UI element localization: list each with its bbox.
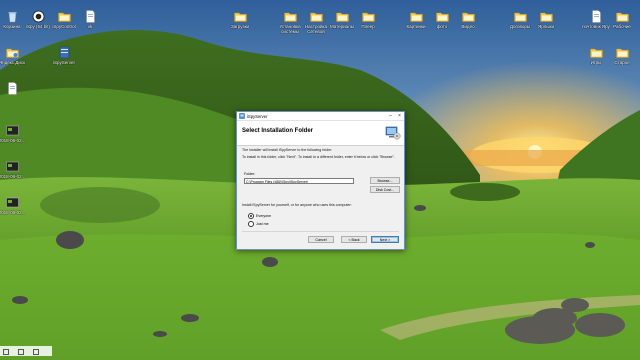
document-icon xyxy=(85,10,95,23)
desktop-icon[interactable]: Плеер xyxy=(350,10,386,29)
recycle-bin-icon xyxy=(8,12,16,23)
back-button[interactable]: < Back xyxy=(341,236,367,243)
desktop-icon[interactable]: Рабочие xyxy=(604,10,640,29)
desktop-icon[interactable]: Старое xyxy=(604,46,640,65)
folder-icon xyxy=(409,12,423,22)
desktop-icon-label: Видео xyxy=(461,24,475,29)
folder-icon xyxy=(335,12,349,22)
screenshot-file-icon xyxy=(5,197,19,208)
radio-just-me[interactable]: Just me xyxy=(248,221,269,227)
desktop-icon-label: Загрузки xyxy=(230,24,250,29)
ispy-server-icon xyxy=(59,46,69,59)
folder-path-input[interactable]: C:\Program Files (x86)\iSpy\iSpyServer\ xyxy=(244,178,354,184)
intro-text: The installer will install iSpyServer to… xyxy=(242,148,333,152)
radio-selected-indicator[interactable] xyxy=(248,213,254,219)
desktop-icon[interactable]: Ярлыки xyxy=(528,10,564,29)
desktop-icon-label: 2018-06-02... xyxy=(0,210,26,215)
desktop-icon-label: Старое xyxy=(614,60,630,65)
taskbar-square-icon[interactable] xyxy=(33,349,39,355)
folder-icon xyxy=(361,12,375,22)
folder-icon xyxy=(589,48,603,58)
footer-separator xyxy=(242,231,399,232)
folder-icon xyxy=(233,12,247,22)
desktop-icon-label: 2018-06-02... xyxy=(0,174,26,179)
app-installer-icon xyxy=(239,113,245,119)
folder-icon xyxy=(461,12,475,22)
folder-icon xyxy=(57,12,71,22)
next-button[interactable]: Next > xyxy=(371,236,399,243)
desktop-icon[interactable]: vk xyxy=(72,10,108,29)
page-title: Select Installation Folder xyxy=(242,128,314,134)
desktop-icon-label: Рабочие xyxy=(613,24,631,29)
desktop-icon[interactable]: 2018-06-02... xyxy=(0,196,30,215)
folder-icon xyxy=(283,12,297,22)
document-icon xyxy=(7,82,17,95)
desktop-icon[interactable] xyxy=(0,82,30,96)
radio-unselected-indicator[interactable] xyxy=(248,221,254,227)
screenshot-file-icon xyxy=(5,161,19,172)
desktop-icon[interactable]: Яндекс.Диск xyxy=(0,46,30,65)
install-for-text: Install iSpyServer for yourself, or for … xyxy=(242,203,352,207)
folder-label: Folder: xyxy=(244,172,256,176)
desktop-icon-label: Плеер xyxy=(361,24,375,29)
folder-icon xyxy=(513,12,527,22)
screenshot-file-icon xyxy=(5,125,19,136)
folder-icon xyxy=(309,12,323,22)
desktop-icon-label: vk xyxy=(87,24,93,29)
radio-everyone-label: Everyone xyxy=(256,213,272,218)
desktop-icon[interactable]: Видео xyxy=(450,10,486,29)
window-title: iSpyServer xyxy=(247,113,268,119)
desktop-icon[interactable]: 2018-06-02... xyxy=(0,124,30,143)
minimize-button[interactable]: – xyxy=(386,112,395,120)
ispy-eye-icon xyxy=(32,10,44,23)
browse-button[interactable]: Browse... xyxy=(370,177,400,184)
desktop-icon-label: 2018-06-02... xyxy=(0,138,26,143)
yandex-disk-folder-icon xyxy=(5,48,19,58)
desktop-icon-label: Яндекс.Диск xyxy=(0,60,26,65)
folder-icon xyxy=(615,12,629,22)
folder-icon xyxy=(435,12,449,22)
dialog-header: Select Installation Folder xyxy=(237,121,404,146)
taskbar-fragment xyxy=(0,346,52,356)
disk-cost-button[interactable]: Disk Cost... xyxy=(370,186,400,193)
close-button[interactable]: × xyxy=(395,112,404,120)
document-icon xyxy=(591,10,601,23)
radio-just-me-label: Just me xyxy=(256,221,269,226)
radio-everyone[interactable]: Everyone xyxy=(248,213,271,219)
desktop-icon[interactable]: Загрузки xyxy=(222,10,258,29)
computer-setup-icon xyxy=(385,126,401,140)
folder-icon xyxy=(539,12,553,22)
taskbar-square-icon[interactable] xyxy=(18,349,24,355)
dialog-titlebar[interactable]: iSpyServer – × xyxy=(237,112,404,121)
desktop-icon[interactable]: 2018-06-02... xyxy=(0,160,30,179)
instructions-text: To install in this folder, click "Next".… xyxy=(242,155,395,159)
taskbar-square-icon[interactable] xyxy=(3,349,9,355)
installer-dialog: iSpyServer – × Select Installation Folde… xyxy=(236,111,405,250)
desktop-icon-label: iSpyServer xyxy=(52,60,75,65)
cancel-button[interactable]: Cancel xyxy=(308,236,334,243)
desktop-icon[interactable]: iSpyServer xyxy=(46,46,82,65)
folder-icon xyxy=(615,48,629,58)
desktop-icon-label: Ярлыки xyxy=(538,24,554,29)
